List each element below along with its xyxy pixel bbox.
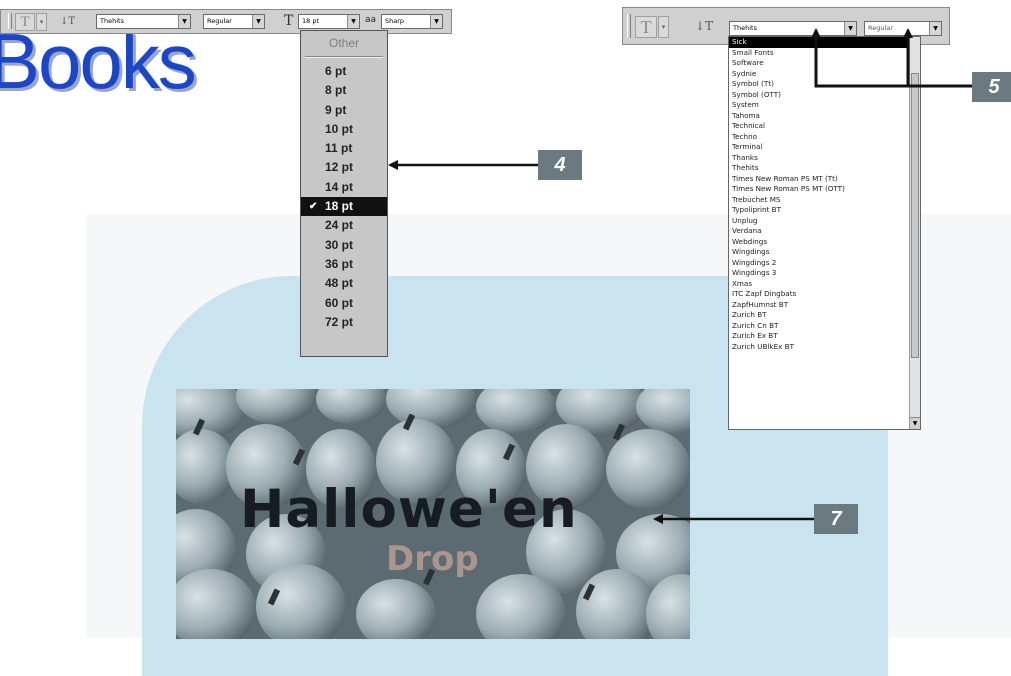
font-menu-item[interactable]: ITC Zapf Dingbats bbox=[729, 289, 920, 300]
font-menu-item[interactable]: Wingdings 3 bbox=[729, 268, 920, 279]
pumpkin bbox=[356, 579, 436, 639]
text-orientation-icon[interactable]: ↓T bbox=[60, 16, 75, 27]
dropdown-arrow-icon: ▼ bbox=[844, 22, 856, 35]
callout-badge-4: 4 bbox=[538, 150, 582, 180]
pumpkin bbox=[236, 389, 316, 424]
size-menu-item[interactable]: 12 pt bbox=[301, 158, 387, 177]
callout-badge-7: 7 bbox=[814, 504, 858, 534]
size-menu-item[interactable]: 30 pt bbox=[301, 236, 387, 255]
antialias-icon: aa bbox=[365, 15, 377, 25]
dropdown-arrow-icon: ▼ bbox=[430, 15, 442, 28]
font-menu-item[interactable]: Software bbox=[729, 58, 920, 69]
size-menu-item[interactable]: 24 pt bbox=[301, 216, 387, 235]
font-style-select[interactable]: Regular ▼ bbox=[203, 14, 265, 29]
font-style-select[interactable]: Regular ▼ bbox=[864, 21, 942, 36]
font-size-value: 18 pt bbox=[302, 17, 320, 25]
font-style-value: Regular bbox=[868, 24, 893, 32]
toolbar-grip[interactable] bbox=[627, 14, 631, 38]
font-family-select[interactable]: Thehits ▼ bbox=[96, 14, 191, 29]
font-menu-item[interactable]: Small Fonts bbox=[729, 48, 920, 59]
menu-separator bbox=[305, 56, 383, 58]
type-tool-dropdown[interactable]: ▾ bbox=[36, 13, 47, 31]
type-tool-icon: T bbox=[640, 17, 652, 37]
font-family-select[interactable]: Thehits ▼ bbox=[729, 21, 857, 36]
font-menu-item[interactable]: Zurich BT bbox=[729, 310, 920, 321]
font-family-value: Thehits bbox=[100, 17, 124, 25]
font-menu-item[interactable]: Techno bbox=[729, 132, 920, 143]
font-family-menu: Sick Small Fonts Software Sydnie Symbol (Tt)… bbox=[728, 36, 921, 430]
size-menu-item[interactable]: 60 pt bbox=[301, 294, 387, 313]
font-menu-item[interactable]: Thanks bbox=[729, 153, 920, 164]
antialias-select[interactable]: Sharp ▼ bbox=[381, 14, 443, 29]
font-menu-item[interactable]: Thehits bbox=[729, 163, 920, 174]
type-tool-icon: T bbox=[20, 14, 30, 30]
font-menu-item[interactable]: Tahoma bbox=[729, 111, 920, 122]
scroll-down-arrow-icon[interactable]: ▼ bbox=[910, 417, 920, 429]
antialias-value: Sharp bbox=[385, 17, 405, 25]
font-size-icon: T bbox=[284, 13, 294, 29]
toolbar-grip[interactable] bbox=[8, 13, 12, 29]
dropdown-arrow-icon: ▾ bbox=[39, 18, 44, 26]
font-menu-item[interactable]: Typoliprint BT bbox=[729, 205, 920, 216]
font-menu-item[interactable]: ZapfHumnst BT bbox=[729, 300, 920, 311]
font-style-value: Regular bbox=[207, 17, 232, 25]
size-menu-item[interactable]: 72 pt bbox=[301, 313, 387, 332]
pumpkin bbox=[176, 569, 256, 639]
type-tool-dropdown[interactable]: ▾ bbox=[658, 16, 669, 38]
size-menu-item[interactable]: 9 pt bbox=[301, 101, 387, 120]
pumpkin bbox=[316, 389, 386, 424]
font-menu-item[interactable]: Times New Roman PS MT (Tt) bbox=[729, 174, 920, 185]
dropdown-arrow-icon: ▼ bbox=[252, 15, 264, 28]
font-list-scrollbar[interactable]: ▼ bbox=[909, 37, 920, 429]
callout-badge-5: 5 bbox=[972, 72, 1011, 102]
font-size-menu: Other 6 pt 8 pt 9 pt 10 pt 11 pt 12 pt 1… bbox=[300, 30, 388, 357]
size-menu-other[interactable]: Other bbox=[301, 31, 387, 56]
dropdown-arrow-icon: ▼ bbox=[929, 22, 941, 35]
font-menu-item[interactable]: Symbol (Tt) bbox=[729, 79, 920, 90]
dropdown-arrow-icon: ▾ bbox=[661, 23, 666, 31]
pumpkin bbox=[476, 389, 556, 434]
font-menu-item[interactable]: Unplug bbox=[729, 216, 920, 227]
font-menu-item[interactable]: Terminal bbox=[729, 142, 920, 153]
font-menu-item[interactable]: Zurich UBlkEx BT bbox=[729, 342, 920, 353]
checkmark-icon: ✔ bbox=[309, 201, 318, 213]
font-menu-item[interactable]: Zurich Cn BT bbox=[729, 321, 920, 332]
font-menu-item[interactable]: Wingdings 2 bbox=[729, 258, 920, 269]
dropdown-arrow-icon: ▼ bbox=[178, 15, 190, 28]
size-menu-item[interactable]: 10 pt bbox=[301, 120, 387, 139]
font-menu-item[interactable]: Webdings bbox=[729, 237, 920, 248]
size-menu-item[interactable]: 48 pt bbox=[301, 274, 387, 293]
font-menu-item[interactable]: Symbol (OTT) bbox=[729, 90, 920, 101]
pumpkin bbox=[606, 429, 690, 509]
font-menu-item[interactable]: Technical bbox=[729, 121, 920, 132]
font-menu-item[interactable]: Trebuchet MS bbox=[729, 195, 920, 206]
halloween-image: Drop Hallowe'en bbox=[176, 389, 690, 639]
font-family-value: Thehits bbox=[733, 24, 757, 32]
type-tool-button[interactable]: T bbox=[15, 13, 35, 31]
scrollbar-thumb[interactable] bbox=[911, 73, 919, 358]
size-menu-item[interactable]: 14 pt bbox=[301, 178, 387, 197]
type-tool-button[interactable]: T bbox=[635, 16, 657, 38]
font-size-select[interactable]: 18 pt ▼ bbox=[298, 14, 360, 29]
drop-shadow-text: Drop bbox=[386, 539, 479, 579]
pumpkin bbox=[636, 389, 690, 434]
font-menu-item[interactable]: Zurich Ex BT bbox=[729, 331, 920, 342]
size-menu-item[interactable]: 11 pt bbox=[301, 139, 387, 158]
dropdown-arrow-icon: ▼ bbox=[347, 15, 359, 28]
font-menu-item-selected[interactable]: Sick bbox=[729, 37, 920, 48]
text-orientation-icon[interactable]: ↓T bbox=[695, 19, 713, 33]
font-menu-item[interactable]: Sydnie bbox=[729, 69, 920, 80]
font-menu-item[interactable]: System bbox=[729, 100, 920, 111]
size-menu-item[interactable]: 8 pt bbox=[301, 81, 387, 100]
size-menu-item[interactable]: 6 pt bbox=[301, 62, 387, 81]
halloween-headline: Hallowe'en bbox=[240, 479, 578, 540]
font-menu-item[interactable]: Times New Roman PS MT (OTT) bbox=[729, 184, 920, 195]
font-list: Sick Small Fonts Software Sydnie Symbol (Tt)… bbox=[729, 37, 920, 352]
size-menu-item[interactable]: 36 pt bbox=[301, 255, 387, 274]
size-menu-item-selected[interactable]: ✔ 18 pt bbox=[301, 197, 387, 217]
font-menu-item[interactable]: Wingdings bbox=[729, 247, 920, 258]
font-menu-item[interactable]: Xmas bbox=[729, 279, 920, 290]
font-menu-item[interactable]: Verdana bbox=[729, 226, 920, 237]
